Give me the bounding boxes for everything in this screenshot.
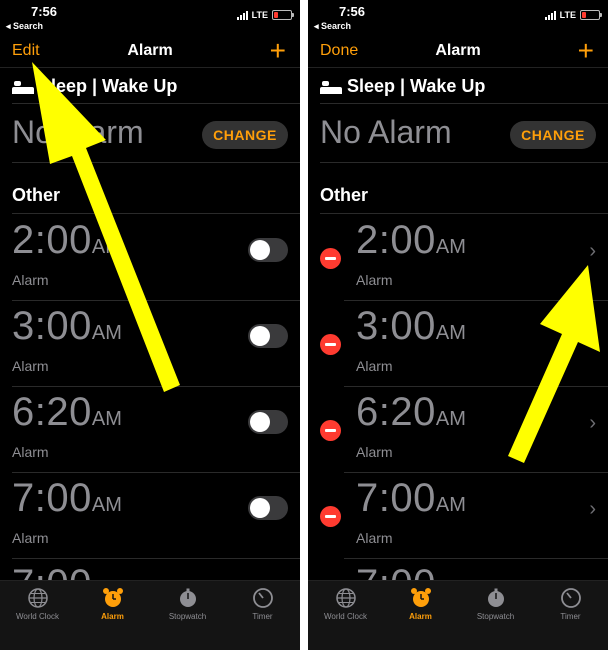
annotation-arrow: [508, 265, 600, 463]
phone-screen-normal: 7:56 ◂ Search LTE Edit Alarm + Sleep | W…: [0, 0, 300, 650]
annotation-arrow: [32, 62, 180, 392]
phone-screen-edit-mode: 7:56 ◂ Search LTE Done Alarm + Sleep | W…: [308, 0, 608, 650]
